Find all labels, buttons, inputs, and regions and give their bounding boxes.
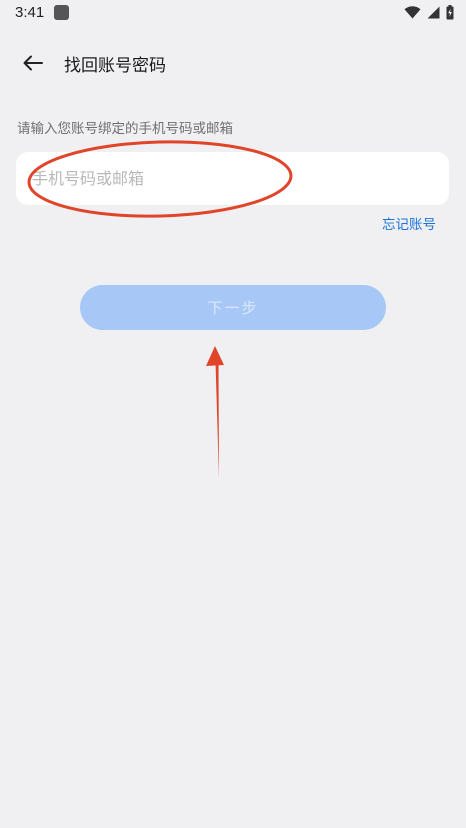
- notification-icon: [54, 5, 69, 20]
- phone-or-email-input[interactable]: [32, 152, 432, 205]
- page-title: 找回账号密码: [64, 56, 166, 76]
- arrow-left-icon: [23, 55, 43, 71]
- forgot-account-link[interactable]: 忘记账号: [382, 213, 436, 233]
- annotation-arrow: [206, 346, 224, 479]
- input-hint-label: 请输入您账号绑定的手机号码或邮箱: [17, 121, 233, 137]
- wifi-icon: [404, 6, 421, 19]
- status-time: 3:41: [15, 4, 45, 21]
- battery-icon: [446, 5, 454, 20]
- back-button[interactable]: [16, 48, 50, 78]
- next-button[interactable]: 下一步: [80, 285, 386, 330]
- status-bar: 3:41: [0, 0, 466, 28]
- input-card: [16, 152, 449, 205]
- app-bar: 找回账号密码: [0, 40, 466, 86]
- cell-signal-icon: [427, 6, 440, 19]
- status-icons: [404, 5, 454, 20]
